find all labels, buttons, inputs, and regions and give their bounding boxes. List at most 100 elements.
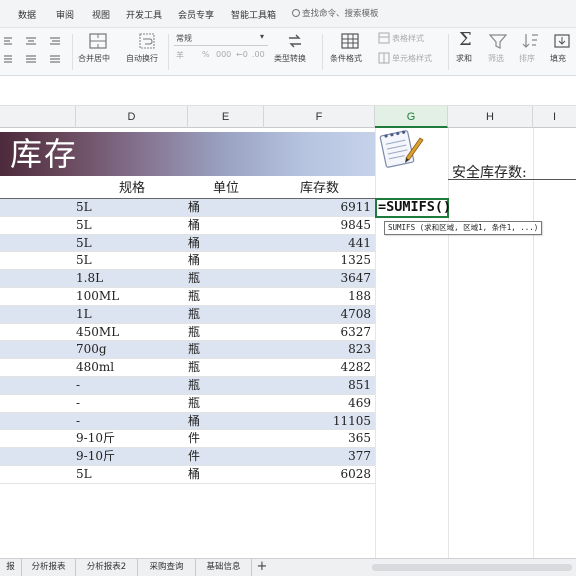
horizontal-scrollbar[interactable]: [372, 564, 572, 571]
qty-cell[interactable]: 441: [348, 235, 371, 253]
column-header-f[interactable]: F: [264, 106, 375, 128]
menu-smart-toolbox[interactable]: 智能工具箱: [231, 8, 276, 21]
increase-decimal-button[interactable]: .00: [252, 50, 265, 59]
unit-cell[interactable]: 瓶: [188, 270, 200, 288]
unit-cell[interactable]: 桶: [188, 217, 200, 235]
qty-cell[interactable]: 188: [348, 288, 371, 306]
qty-cell[interactable]: 9845: [340, 217, 371, 235]
spec-cell[interactable]: 9-10斤: [76, 430, 115, 448]
table-style-button[interactable]: 表格样式: [392, 33, 424, 44]
column-header-g[interactable]: G: [375, 106, 448, 128]
spec-cell[interactable]: 5L: [76, 466, 92, 484]
decrease-decimal-button[interactable]: ←0: [236, 50, 248, 59]
spec-cell[interactable]: -: [76, 395, 80, 413]
unit-cell[interactable]: 桶: [188, 199, 200, 217]
table-row[interactable]: 5L 桶 1325: [0, 252, 375, 271]
unit-cell[interactable]: 瓶: [188, 395, 200, 413]
unit-cell[interactable]: 桶: [188, 252, 200, 270]
table-row[interactable]: 100ML 瓶 188: [0, 288, 375, 306]
sheet-tab-report[interactable]: 报: [0, 559, 22, 576]
table-row[interactable]: 480ml 瓶 4282: [0, 359, 375, 377]
sigma-icon[interactable]: Σ: [459, 29, 472, 50]
alignment-icons[interactable]: [2, 34, 68, 66]
wrap-text-button[interactable]: 自动换行: [126, 53, 158, 64]
cell-style-icon[interactable]: [378, 52, 390, 64]
spec-cell[interactable]: 5L: [76, 199, 92, 217]
table-row[interactable]: 5L 桶 6028: [0, 466, 375, 484]
table-row[interactable]: - 瓶 851: [0, 377, 375, 395]
sheet-tab-basic-info[interactable]: 基础信息: [196, 559, 252, 576]
filter-icon[interactable]: [488, 32, 508, 50]
unit-cell[interactable]: 瓶: [188, 288, 200, 306]
sheet-tab-analysis2[interactable]: 分析报表2: [76, 559, 138, 576]
unit-cell[interactable]: 件: [188, 448, 200, 466]
filter-button[interactable]: 筛选: [488, 53, 504, 64]
column-header-e[interactable]: E: [188, 106, 264, 128]
fill-icon[interactable]: [552, 32, 572, 50]
qty-cell[interactable]: 851: [348, 377, 371, 395]
cell-formula[interactable]: =SUMIFS(): [378, 199, 451, 215]
sheet-tab-purchase-query[interactable]: 采购查询: [138, 559, 196, 576]
spec-cell[interactable]: 5L: [76, 252, 92, 270]
percent-format-button[interactable]: %: [202, 50, 210, 59]
spec-cell[interactable]: 480ml: [76, 359, 114, 377]
spec-cell[interactable]: 700g: [76, 341, 107, 359]
qty-cell[interactable]: 4282: [340, 359, 371, 377]
unit-cell[interactable]: 瓶: [188, 341, 200, 359]
command-search[interactable]: 查找命令、搜索模板: [292, 7, 379, 19]
unit-cell[interactable]: 桶: [188, 413, 200, 431]
thousands-format-button[interactable]: 000: [216, 50, 231, 59]
column-header-h[interactable]: H: [448, 106, 533, 128]
sort-button[interactable]: 排序: [519, 53, 535, 64]
qty-cell[interactable]: 377: [348, 448, 371, 466]
menu-developer[interactable]: 开发工具: [126, 8, 162, 21]
unit-cell[interactable]: 桶: [188, 466, 200, 484]
cell-style-button[interactable]: 单元格样式: [392, 53, 432, 64]
table-row[interactable]: 5L 桶 441: [0, 234, 375, 253]
wrap-text-icon[interactable]: [137, 32, 157, 50]
table-row[interactable]: 450ML 瓶 6327: [0, 324, 375, 342]
menu-review[interactable]: 审阅: [56, 8, 74, 21]
spec-cell[interactable]: 100ML: [76, 288, 119, 306]
table-row[interactable]: 1L 瓶 4708: [0, 305, 375, 324]
merge-cells-icon[interactable]: [88, 32, 108, 50]
menu-view[interactable]: 视图: [92, 8, 110, 21]
spec-cell[interactable]: 5L: [76, 235, 92, 253]
qty-cell[interactable]: 4708: [340, 306, 371, 324]
column-header-partial[interactable]: [0, 106, 76, 128]
column-header-d[interactable]: D: [76, 106, 188, 128]
table-row[interactable]: - 桶 11105: [0, 412, 375, 431]
merge-center-button[interactable]: 合并居中: [78, 53, 110, 64]
qty-cell[interactable]: 6911: [340, 199, 371, 217]
fill-button[interactable]: 填充: [550, 53, 566, 64]
table-row[interactable]: 9-10斤 件 377: [0, 448, 375, 466]
spec-cell[interactable]: -: [76, 377, 80, 395]
qty-cell[interactable]: 6028: [340, 466, 371, 484]
currency-format-button[interactable]: 羊: [176, 50, 184, 61]
spec-cell[interactable]: 1L: [76, 306, 92, 324]
conditional-format-icon[interactable]: [340, 32, 360, 50]
number-format-select[interactable]: 常规 ▾: [174, 32, 268, 46]
table-style-icon[interactable]: [378, 32, 390, 44]
column-header-i[interactable]: I: [533, 106, 576, 128]
qty-cell[interactable]: 365: [348, 430, 371, 448]
qty-cell[interactable]: 1325: [340, 252, 371, 270]
spec-cell[interactable]: 1.8L: [76, 270, 103, 288]
spreadsheet-grid[interactable]: 库存 规格 单位 库存数 5L 桶 6911 5L 桶 9845 5L 桶 441 5L 桶 1325…: [0, 128, 576, 558]
menu-member[interactable]: 会员专享: [178, 8, 214, 21]
qty-cell[interactable]: 3647: [340, 270, 371, 288]
menu-data[interactable]: 数据: [18, 8, 36, 21]
qty-cell[interactable]: 823: [348, 341, 371, 359]
table-row[interactable]: - 瓶 469: [0, 395, 375, 413]
unit-cell[interactable]: 件: [188, 430, 200, 448]
spec-cell[interactable]: 450ML: [76, 324, 119, 342]
unit-cell[interactable]: 瓶: [188, 324, 200, 342]
qty-cell[interactable]: 11105: [333, 413, 371, 431]
formula-bar-area[interactable]: [0, 76, 576, 106]
table-row[interactable]: 5L 桶 9845: [0, 217, 375, 235]
sheet-tab-analysis[interactable]: 分析报表: [22, 559, 76, 576]
table-row[interactable]: 5L 桶 6911: [0, 199, 375, 217]
table-row[interactable]: 1.8L 瓶 3647: [0, 270, 375, 288]
spec-cell[interactable]: -: [76, 413, 80, 431]
unit-cell[interactable]: 瓶: [188, 359, 200, 377]
